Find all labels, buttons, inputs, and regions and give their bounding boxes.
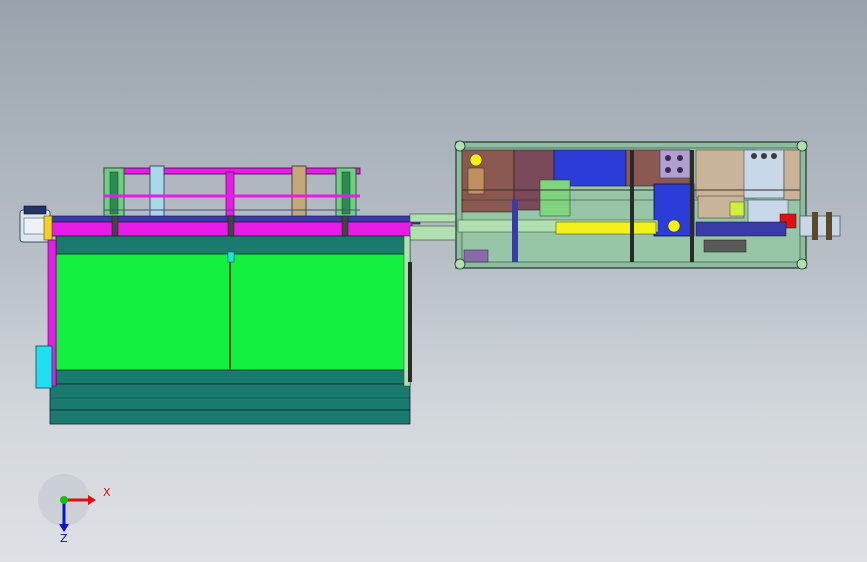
y-axis-origin	[60, 496, 68, 504]
z-axis-label: Z	[60, 532, 68, 545]
x-axis-label: X	[103, 486, 111, 499]
right-output-coupling	[799, 212, 841, 240]
tank-body	[35, 235, 412, 425]
z-axis-arrowhead	[59, 524, 69, 532]
x-axis-arrowhead	[88, 495, 96, 505]
upper-rail-frame	[103, 165, 361, 219]
cad-viewport[interactable]: X Z	[0, 0, 867, 562]
cad-drawing[interactable]: X Z	[0, 0, 867, 562]
left-motor-unit	[19, 205, 53, 243]
coordinate-triad[interactable]: X Z	[38, 474, 111, 545]
